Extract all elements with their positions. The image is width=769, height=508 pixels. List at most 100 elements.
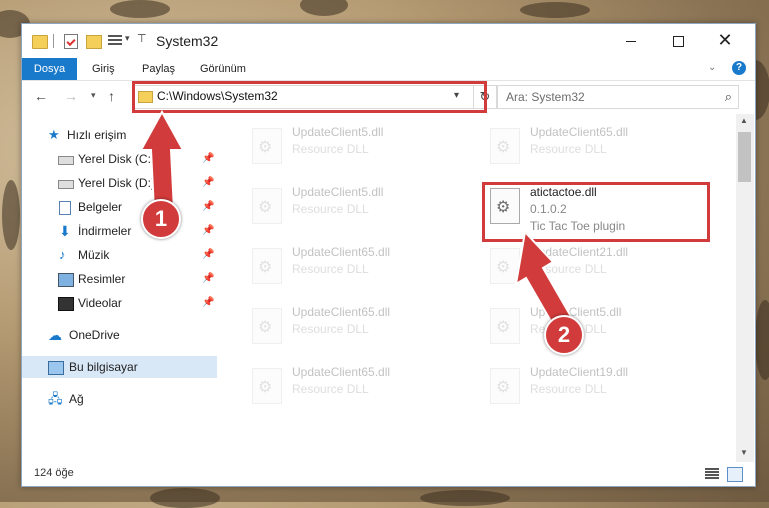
file-name: UpdateClient5.dll (530, 305, 622, 319)
address-highlight-box (132, 81, 487, 113)
quick-access-customize-icon[interactable]: ⊤ (137, 32, 147, 48)
music-icon: ♪ (59, 247, 66, 262)
search-input[interactable]: Ara: System32 ⌕ (497, 85, 739, 109)
pin-icon[interactable]: 📌 (202, 268, 214, 290)
file-item[interactable]: UpdateClient5.dll Resource DLL (482, 302, 712, 354)
file-item[interactable]: UpdateClient65.dll Resource DLL (244, 242, 474, 294)
sidebar-item-network[interactable]: 🖧 Ağ (22, 388, 217, 410)
file-item[interactable]: UpdateClient19.dll Resource DLL (482, 362, 712, 414)
dll-file-icon (252, 128, 282, 164)
videos-icon (58, 297, 74, 311)
file-name: UpdateClient5.dll (292, 185, 384, 199)
tab-gorunum[interactable]: Görünüm (194, 58, 252, 80)
star-icon: ★ (48, 127, 60, 142)
file-item[interactable]: UpdateClient5.dll Resource DLL (244, 182, 474, 234)
sidebar-item-this-pc[interactable]: Bu bilgisayar (22, 356, 217, 378)
tab-giris[interactable]: Giriş (86, 58, 121, 80)
ribbon-tabs: Dosya Giriş Paylaş Görünüm ⌄ ? (22, 58, 755, 81)
file-item[interactable]: UpdateClient65.dll Resource DLL (244, 362, 474, 414)
step-2-badge: 2 (544, 315, 584, 355)
dll-file-icon (490, 368, 520, 404)
sidebar-item-documents[interactable]: Belgeler 📌 (22, 196, 217, 218)
file-description: Resource DLL (292, 382, 369, 396)
properties-icon[interactable] (64, 34, 78, 49)
navigation-pane: ★ Hızlı erişim Yerel Disk (C:) 📌 Yerel D… (22, 114, 217, 464)
maximize-icon (672, 35, 684, 47)
tab-dosya[interactable]: Dosya (22, 58, 77, 80)
item-count: 124 öğe (34, 467, 74, 479)
up-arrow-icon[interactable]: ↑ (108, 88, 115, 104)
sidebar-item-label: Yerel Disk (C:) (78, 152, 155, 166)
computer-icon (48, 361, 64, 375)
file-item[interactable]: UpdateClient5.dll Resource DLL (244, 122, 474, 174)
tab-paylas[interactable]: Paylaş (136, 58, 181, 80)
file-item[interactable]: UpdateClient21.dll Resource DLL (482, 242, 712, 294)
pictures-icon (58, 273, 74, 287)
sidebar-item-disk-c[interactable]: Yerel Disk (C:) 📌 (22, 148, 217, 170)
close-button[interactable]: ✕ (702, 24, 748, 58)
sidebar-item-quick-access[interactable]: ★ Hızlı erişim (22, 124, 217, 146)
folder-icon (32, 35, 48, 49)
sidebar-item-label: Yerel Disk (D:) (78, 176, 155, 190)
file-description: Resource DLL (292, 202, 369, 216)
dll-file-icon (490, 308, 520, 344)
scroll-up-icon[interactable]: ▲ (740, 116, 748, 125)
sidebar-item-onedrive[interactable]: ☁ OneDrive (22, 324, 217, 346)
help-icon[interactable]: ? (732, 61, 746, 75)
background-spot (110, 0, 170, 18)
ribbon-expand-icon[interactable]: ⌄ (708, 62, 716, 73)
pin-icon[interactable]: 📌 (202, 220, 214, 242)
minimize-icon (626, 40, 636, 42)
dll-file-icon (490, 248, 520, 284)
file-name: UpdateClient65.dll (292, 305, 391, 319)
pin-icon[interactable]: 📌 (202, 292, 214, 314)
file-item[interactable]: UpdateClient65.dll Resource DLL (244, 302, 474, 354)
search-icon[interactable]: ⌕ (725, 89, 732, 105)
drive-icon (58, 180, 74, 189)
view-icon[interactable] (108, 35, 122, 47)
sidebar-item-label: Ağ (69, 392, 84, 406)
tiles-view-icon[interactable] (727, 467, 743, 482)
back-arrow-icon[interactable]: ← (34, 88, 48, 104)
chevron-down-icon[interactable]: ▾ (125, 33, 130, 49)
sidebar-item-pictures[interactable]: Resimler 📌 (22, 268, 217, 290)
file-description: Resource DLL (530, 142, 607, 156)
background-spot (520, 2, 590, 18)
dll-file-icon (252, 248, 282, 284)
pin-icon[interactable]: 📌 (202, 172, 214, 194)
pin-icon[interactable]: 📌 (202, 244, 214, 266)
recent-locations-icon[interactable]: ▾ (91, 90, 96, 101)
documents-icon (59, 201, 71, 215)
cloud-icon: ☁ (48, 327, 62, 343)
sidebar-item-label: OneDrive (69, 328, 120, 342)
file-name: UpdateClient65.dll (292, 245, 391, 259)
title-bar: ▾ ⊤ System32 ✕ (22, 24, 755, 58)
file-description: Resource DLL (292, 322, 369, 336)
dll-file-icon (252, 368, 282, 404)
scroll-down-icon[interactable]: ▼ (740, 448, 748, 457)
pin-icon[interactable]: 📌 (202, 196, 214, 218)
sidebar-item-disk-d[interactable]: Yerel Disk (D:) 📌 (22, 172, 217, 194)
file-item[interactable]: UpdateClient65.dll Resource DLL (482, 122, 712, 174)
file-name: UpdateClient19.dll (530, 365, 629, 379)
file-name: UpdateClient65.dll (292, 365, 391, 379)
pin-icon[interactable]: 📌 (202, 148, 214, 170)
file-list: UpdateClient5.dll Resource DLL UpdateCli… (222, 114, 735, 462)
minimize-button[interactable] (608, 24, 654, 58)
details-view-icon[interactable] (705, 468, 719, 480)
forward-arrow-icon[interactable]: → (64, 88, 78, 104)
status-bar: 124 öğe (22, 464, 755, 486)
maximize-button[interactable] (655, 24, 701, 58)
file-name: UpdateClient5.dll (292, 125, 384, 139)
new-folder-icon[interactable] (86, 35, 102, 49)
sidebar-item-videos[interactable]: Videolar 📌 (22, 292, 217, 314)
file-description: Resource DLL (530, 382, 607, 396)
sidebar-item-label: İndirmeler (78, 224, 132, 238)
sidebar-item-downloads[interactable]: ⬇ İndirmeler 📌 (22, 220, 217, 242)
scroll-thumb[interactable] (738, 132, 751, 182)
sidebar-item-music[interactable]: ♪ Müzik 📌 (22, 244, 217, 266)
vertical-scrollbar[interactable]: ▲ ▼ (736, 114, 754, 462)
background-spot (755, 300, 769, 380)
network-icon: 🖧 (48, 391, 63, 406)
background-spot (420, 490, 510, 506)
